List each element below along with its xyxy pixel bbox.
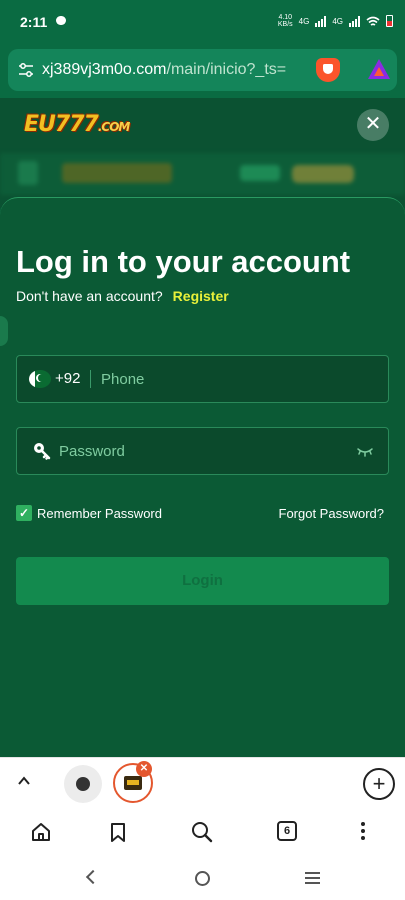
globe-icon (76, 777, 90, 791)
signal-icon-2 (349, 15, 360, 27)
signal-icon (315, 15, 327, 27)
brave-shields-icon[interactable] (316, 58, 340, 82)
no-account-text: Don't have an account? (16, 288, 163, 304)
network-speed: 4.10 KB/s (277, 14, 293, 28)
remember-checkbox[interactable]: ✓ (16, 505, 32, 521)
wifi-icon (366, 16, 380, 26)
phone-field[interactable]: +92 (16, 355, 389, 403)
forgot-password-link[interactable]: Forgot Password? (279, 506, 385, 521)
new-tab-button[interactable]: + (363, 768, 395, 800)
register-prompt: Don't have an account? Register (16, 288, 229, 304)
chevron-up-icon[interactable] (17, 774, 31, 788)
phone-input[interactable] (101, 356, 381, 402)
country-code[interactable]: +92 (55, 370, 80, 387)
home-circle-icon[interactable] (195, 871, 210, 886)
tab-strip: ✕ + (0, 757, 405, 809)
tab-count-button[interactable]: 6 (277, 821, 297, 841)
site-logo: EU777.COM (24, 112, 130, 137)
network-type-2: 4G (332, 16, 343, 26)
login-button[interactable]: Login (16, 557, 389, 605)
login-panel: Log in to your account Don't have an acc… (0, 197, 405, 757)
battery-icon (386, 15, 393, 27)
url-text[interactable]: xj389vj3m0o.com/main/inicio?_ts= (42, 61, 304, 79)
password-input[interactable] (59, 428, 349, 474)
divider (90, 370, 91, 388)
password-field[interactable] (16, 427, 389, 475)
url-host: xj389vj3m0o.com (42, 61, 167, 78)
status-time: 2:11 (20, 14, 48, 30)
site-header: EU777.COM ✕ (0, 98, 405, 208)
back-icon[interactable] (85, 869, 101, 885)
more-menu-icon[interactable] (361, 822, 365, 840)
bookmark-icon[interactable] (107, 821, 129, 843)
brave-rewards-icon[interactable] (368, 59, 390, 79)
blurred-background (0, 153, 405, 195)
tab-globe[interactable] (64, 765, 102, 803)
browser-toolbar: 6 (0, 809, 405, 856)
login-title: Log in to your account (16, 244, 351, 279)
home-icon[interactable] (30, 821, 52, 843)
recent-apps-icon[interactable] (305, 872, 320, 887)
remember-label: Remember Password (37, 505, 162, 521)
remember-password[interactable]: ✓ Remember Password (16, 505, 162, 521)
key-icon (34, 443, 51, 460)
tab-close-icon[interactable]: ✕ (136, 761, 152, 777)
status-bar: 2:11 4.10 KB/s 4G 4G (0, 0, 405, 44)
address-bar-area: xj389vj3m0o.com/main/inicio?_ts= (0, 44, 405, 98)
message-icon (56, 16, 66, 25)
url-path: /main/inicio?_ts= (166, 61, 287, 78)
eye-closed-icon[interactable] (356, 444, 374, 458)
address-bar[interactable]: xj389vj3m0o.com/main/inicio?_ts= (8, 49, 397, 91)
search-icon[interactable] (191, 821, 213, 843)
site-favicon (124, 776, 142, 790)
network-type-1: 4G (298, 16, 310, 26)
status-indicators: 4.10 KB/s 4G 4G (278, 14, 393, 28)
side-handle[interactable] (0, 316, 8, 346)
pakistan-flag-icon[interactable] (29, 370, 51, 388)
system-navbar (0, 856, 405, 900)
close-modal-button[interactable]: ✕ (357, 109, 389, 141)
register-link[interactable]: Register (173, 288, 229, 304)
site-settings-icon[interactable] (18, 63, 34, 77)
